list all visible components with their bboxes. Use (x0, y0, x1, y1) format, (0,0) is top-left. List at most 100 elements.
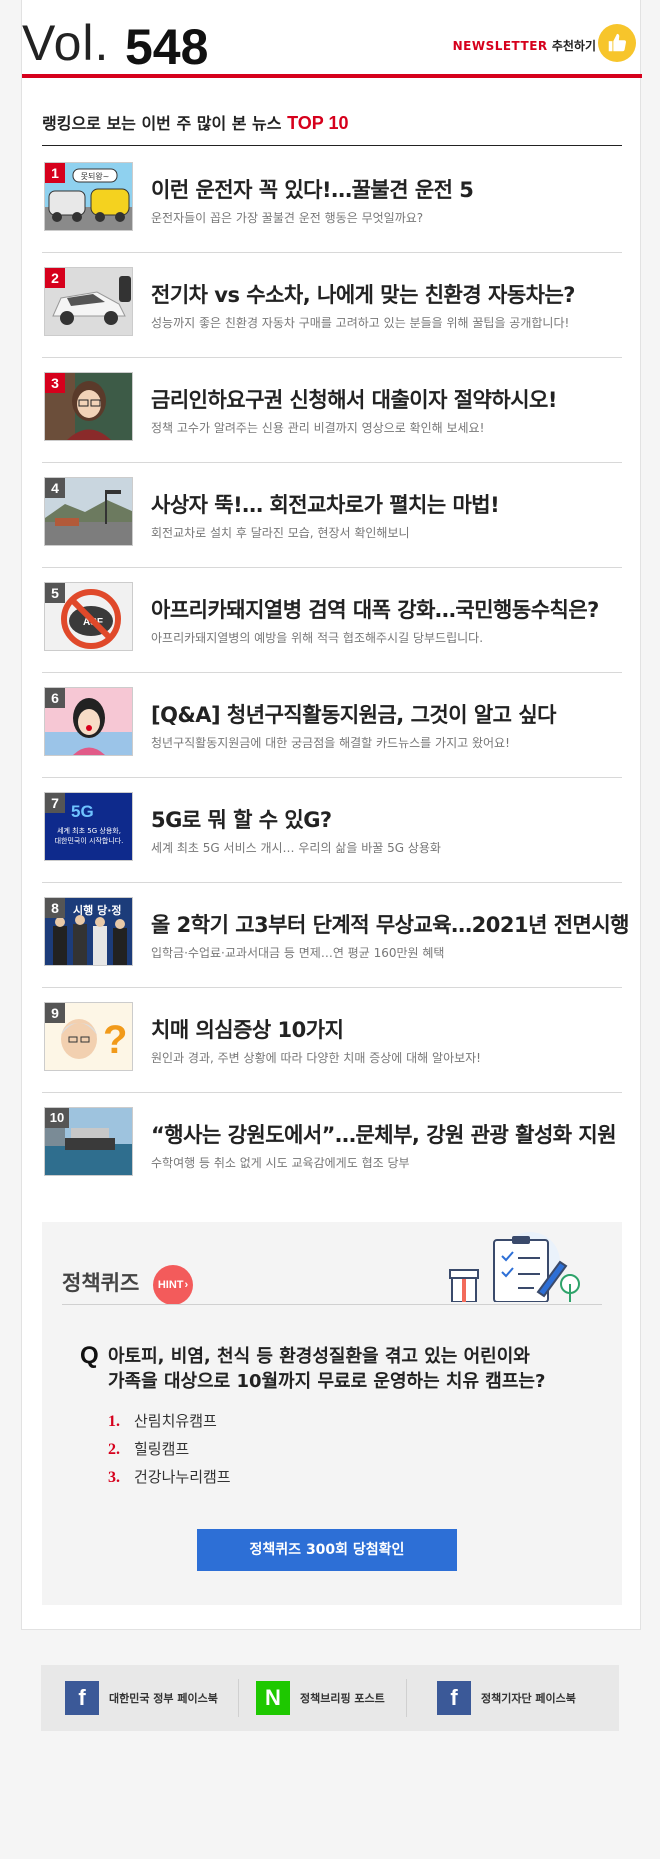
news-subtitle: 성능까지 좋은 친환경 자동차 구매를 고려하고 있는 분들을 위해 꿀팁을 공… (151, 316, 570, 330)
news-thumbnail: 2 (44, 267, 133, 336)
quiz-title: 정책퀴즈 (62, 1271, 140, 1295)
quiz-option-1: 1. 산림치유캠프 (108, 1410, 217, 1431)
news-item-1[interactable]: 1 못되왕~ 이런 운전자 꼭 있다!…꿀불견 운전 5 운전자들이 꼽은 가장… (42, 148, 622, 253)
social-footer: f 대한민국 정부 페이스북 N 정책브리핑 포스트 f 정책기자단 페이스북 (41, 1665, 619, 1731)
news-title[interactable]: [Q&A] 청년구직활동지원금, 그것이 알고 싶다 (151, 699, 556, 729)
footer-link-label: 대한민국 정부 페이스북 (109, 1692, 218, 1705)
hint-label: HINT (157, 1279, 184, 1291)
ranking-title: 랭킹으로 보는 이번 주 많이 본 뉴스 TOP 10 (42, 110, 348, 134)
hint-button[interactable]: HINT › (153, 1265, 193, 1305)
news-item-9[interactable]: 9 ? 치매 의심증상 10가지 원인과 경과, 주변 상황에 따라 다양한 치… (42, 988, 622, 1093)
news-thumbnail: 7 5G 세계 최초 5G 상용화, 대한민국이 시작합니다. (44, 792, 133, 861)
rank-badge: 10 (45, 1108, 69, 1128)
5g-logo-text: 5G (71, 802, 94, 821)
news-title[interactable]: 이런 운전자 꼭 있다!…꿀불견 운전 5 (151, 174, 474, 204)
news-thumbnail: 1 못되왕~ (44, 162, 133, 231)
news-thumbnail: 8 시행 당·정 (44, 897, 133, 966)
option-label: 힐링캠프 (134, 1440, 190, 1458)
volume-number: 548 (125, 19, 209, 75)
news-subtitle: 수학여행 등 취소 없게 시도 교육감에게도 협조 당부 (151, 1156, 410, 1170)
news-subtitle: 정책 고수가 알려주는 신용 관리 비결까지 영상으로 확인해 보세요! (151, 421, 485, 435)
newsletter-page: Vol. 548 NEWSLETTER 추천하기 랭킹으로 보는 이번 주 많이… (21, 0, 642, 1630)
divider (238, 1679, 239, 1717)
option-number: 1. (108, 1413, 120, 1430)
news-subtitle: 회전교차로 설치 후 달라진 모습, 현장서 확인해보니 (151, 526, 410, 540)
news-subtitle: 원인과 경과, 주변 상황에 따라 다양한 치매 증상에 대해 알아보자! (151, 1051, 481, 1065)
thumb-speech-text: 못되왕~ (81, 172, 110, 181)
rank-badge: 1 (45, 163, 65, 183)
5g-banner-line2: 대한민국이 시작합니다. (55, 836, 124, 845)
news-item-3[interactable]: 3 금리인하요구권 신청해서 대출이자 절약하시오! 정책 고수가 알려주는 신… (42, 358, 622, 463)
facebook-icon: f (437, 1681, 471, 1715)
news-item-10[interactable]: 10 “행사는 강원도에서”…문체부, 강원 관광 활성화 지원 수학여행 등 … (42, 1093, 622, 1198)
option-number: 2. (108, 1441, 120, 1458)
rank-badge: 8 (45, 898, 65, 918)
newsletter-header: Vol. 548 NEWSLETTER 추천하기 (22, 0, 642, 78)
news-subtitle: 아프리카돼지열병의 예방을 위해 적극 협조해주시길 당부드립니다. (151, 631, 484, 645)
naver-icon: N (256, 1681, 290, 1715)
news-item-2[interactable]: 2 전기차 vs 수소차, 나에게 맞는 친환경 자동차는? 성능까지 좋은 친… (42, 253, 622, 358)
news-title[interactable]: 아프리카돼지열병 검역 대폭 강화…국민행동수칙은? (151, 594, 599, 624)
news-thumbnail: 3 (44, 372, 133, 441)
news-thumbnail: 9 ? (44, 1002, 133, 1071)
question-mark-label: Q (80, 1342, 99, 1369)
divider (406, 1679, 407, 1717)
news-title[interactable]: “행사는 강원도에서”…문체부, 강원 관광 활성화 지원 (151, 1119, 617, 1149)
policy-quiz-section: 정책퀴즈 HINT › Q 아토피, 비염, 천식 등 환경성질환을 겪고 있는… (42, 1222, 622, 1605)
volume-label: Vol. (22, 15, 110, 71)
news-title[interactable]: 전기차 vs 수소차, 나에게 맞는 친환경 자동차는? (151, 279, 575, 309)
chevron-right-icon: › (184, 1279, 189, 1291)
ranking-title-highlight: TOP 10 (287, 113, 349, 133)
divider (42, 145, 622, 146)
news-title[interactable]: 사상자 뚝!… 회전교차로가 펼치는 마법! (151, 489, 500, 519)
footer-link-label: 정책기자단 페이스북 (481, 1692, 576, 1705)
quiz-option-2: 2. 힐링캠프 (108, 1438, 189, 1459)
news-subtitle: 입학금·수업료·교과서대금 등 면제…연 평균 160만원 혜택 (151, 946, 445, 960)
footer-link-gov-facebook[interactable]: f 대한민국 정부 페이스북 (65, 1678, 218, 1718)
newsletter-recommend-link[interactable]: NEWSLETTER 추천하기 (453, 37, 596, 54)
thumbs-up-button[interactable] (598, 24, 636, 62)
news-subtitle: 청년구직활동지원금에 대한 궁금점을 해결할 카드뉴스를 가지고 왔어요! (151, 736, 510, 750)
news-thumbnail: 4 (44, 477, 133, 546)
rank-badge: 4 (45, 478, 65, 498)
question-mark-icon: ? (103, 1018, 127, 1062)
news-subtitle: 세계 최초 5G 서비스 개시… 우리의 삶을 바꿀 5G 상용화 (151, 841, 441, 855)
news-item-4[interactable]: 4 사상자 뚝!… 회전교차로가 펼치는 마법! 회전교차로 설치 후 달라진 … (42, 463, 622, 568)
thumbs-up-icon (608, 33, 627, 52)
news-thumbnail: 6 (44, 687, 133, 756)
footer-link-briefing-post[interactable]: N 정책브리핑 포스트 (256, 1678, 385, 1718)
news-item-6[interactable]: 6 [Q&A] 청년구직활동지원금, 그것이 알고 싶다 청년구직활동지원금에 … (42, 673, 622, 778)
news-title[interactable]: 치매 의심증상 10가지 (151, 1014, 344, 1044)
rank-badge: 6 (45, 688, 65, 708)
checklist-illustration (449, 1232, 580, 1302)
recommend-label: 추천하기 (551, 39, 596, 53)
option-label: 산림치유캠프 (134, 1412, 217, 1430)
option-label: 건강나누리캠프 (134, 1468, 231, 1486)
news-item-5[interactable]: 5 ASF 아프리카돼지열병 검역 대폭 강화…국민행동수칙은? 아프리카돼지열… (42, 568, 622, 673)
rank-badge: 7 (45, 793, 65, 813)
5g-banner-line1: 세계 최초 5G 상용화, (57, 826, 121, 835)
news-title[interactable]: 금리인하요구권 신청해서 대출이자 절약하시오! (151, 384, 557, 414)
briefing-banner-text: 시행 당·정 (73, 903, 122, 917)
news-subtitle: 운전자들이 꼽은 가장 꿀불견 운전 행동은 무엇일까요? (151, 211, 424, 225)
news-title[interactable]: 올 2학기 고3부터 단계적 무상교육…2021년 전면시행 (151, 909, 630, 939)
quiz-question-line: 가족을 대상으로 10월까지 무료로 운영하는 치유 캠프는? (108, 1371, 546, 1392)
rank-badge: 5 (45, 583, 65, 603)
news-item-7[interactable]: 7 5G 세계 최초 5G 상용화, 대한민국이 시작합니다. 5G로 뭐 할 … (42, 778, 622, 883)
facebook-icon: f (65, 1681, 99, 1715)
rank-badge: 9 (45, 1003, 65, 1023)
ranking-title-text: 랭킹으로 보는 이번 주 많이 본 뉴스 (42, 114, 282, 133)
divider (62, 1304, 602, 1305)
quiz-option-3: 3. 건강나누리캠프 (108, 1466, 231, 1487)
news-thumbnail: 10 (44, 1107, 133, 1176)
quiz-result-button[interactable]: 정책퀴즈 300회 당첨확인 (197, 1529, 457, 1571)
rank-badge: 2 (45, 268, 65, 288)
news-thumbnail: 5 ASF (44, 582, 133, 651)
newsletter-label: NEWSLETTER (452, 39, 548, 53)
quiz-question: 아토피, 비염, 천식 등 환경성질환을 겪고 있는 어린이와 가족을 대상으로… (108, 1344, 598, 1394)
footer-link-reporter-facebook[interactable]: f 정책기자단 페이스북 (437, 1678, 576, 1718)
news-item-8[interactable]: 8 시행 당·정 올 2학기 고3부터 단계적 무상교육…2021년 전면시행 … (42, 883, 630, 988)
footer-link-label: 정책브리핑 포스트 (300, 1692, 385, 1705)
news-title[interactable]: 5G로 뭐 할 수 있G? (151, 804, 332, 834)
quiz-question-line: 아토피, 비염, 천식 등 환경성질환을 겪고 있는 어린이와 (108, 1346, 530, 1367)
